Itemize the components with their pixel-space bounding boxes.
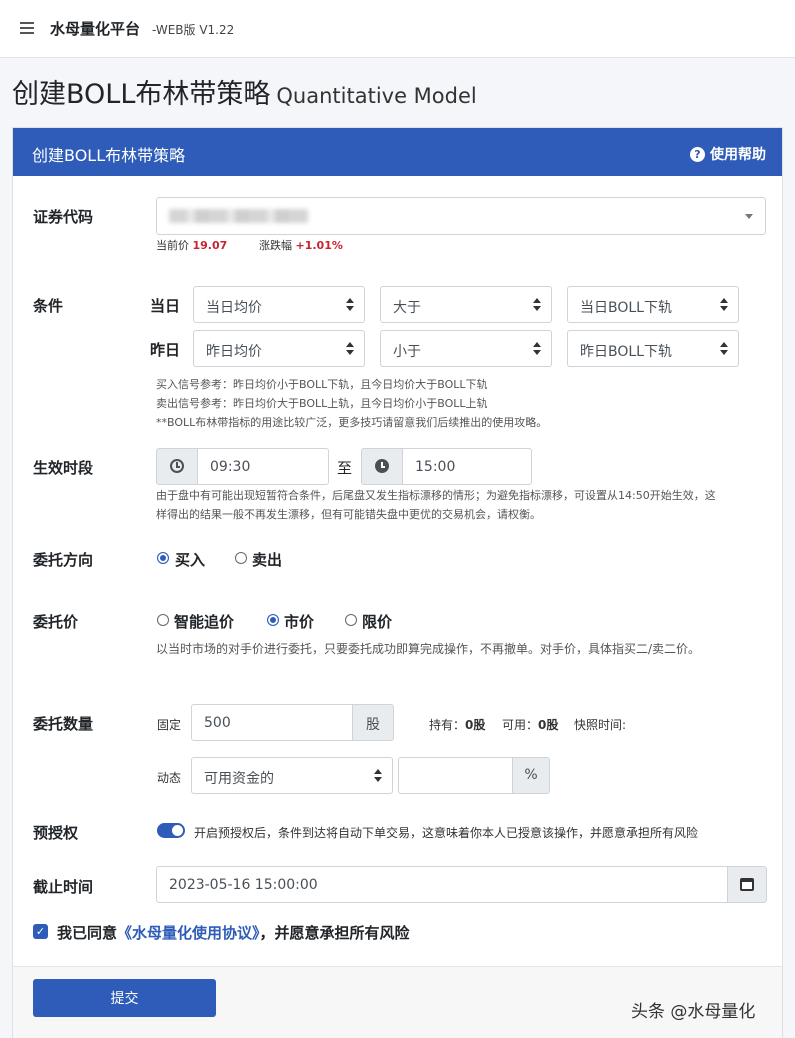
toggle-knob [172,825,183,836]
condition-label: 条件 [33,297,64,315]
percent-unit-addon: % [512,757,550,794]
price-limit-label[interactable]: 限价 [362,611,392,632]
today-label: 当日 [150,297,181,315]
price-smart-label[interactable]: 智能追价 [174,611,234,632]
today-operator-select[interactable]: 大于 [380,286,552,323]
yesterday-label: 昨日 [150,341,181,359]
brand-name[interactable]: 水母量化平台 [50,18,140,39]
question-circle-icon: ? [690,146,705,162]
available-info: 可用：0股 [502,718,559,732]
calendar-icon [740,878,754,891]
help-label: 使用帮助 [710,147,766,163]
preauth-text: 开启预授权后，条件到达将自动下单交易，这意味着你本人已授意该操作，并愿意承担所有… [194,826,699,840]
deadline-label: 截止时间 [33,878,94,896]
direction-buy-radio[interactable] [157,552,169,564]
top-navbar: 水母量化平台 -WEB版 V1.22 [0,0,795,58]
deadline-input[interactable]: 2023-05-16 15:00:00 [156,866,728,903]
yesterday-operator-select[interactable]: 小于 [380,330,552,367]
security-code-label: 证券代码 [33,208,94,226]
fixed-quantity-input[interactable]: 500 [191,704,353,741]
security-code-value-redacted [169,209,309,223]
direction-buy-label[interactable]: 买入 [175,549,205,570]
condition-hint-note: **BOLL布林带指标的用途比较广泛，更多技巧请留意我们后续推出的使用攻略。 [156,416,548,429]
holding-info: 持有：0股 [429,718,486,732]
agree-checkbox[interactable]: ✓ [33,924,48,939]
clock-addon-end [361,448,403,485]
page-title-main: 创建BOLL布林带策略 [12,79,271,110]
current-price: 当前价 19.07 [156,239,228,252]
clock-addon-start [156,448,198,485]
today-right-select[interactable]: 当日BOLL下轨 [567,286,739,323]
end-time-input[interactable]: 15:00 [402,448,532,485]
condition-hint-buy: 买入信号参考：昨日均价小于BOLL下轨，且今日均价大于BOLL下轨 [156,378,488,391]
period-to-label: 至 [337,459,353,477]
price-market-radio[interactable] [267,614,279,626]
price-limit-radio[interactable] [345,614,357,626]
sort-icon [374,769,382,783]
submit-button[interactable]: 提交 [33,979,216,1017]
order-price-label: 委托价 [33,613,79,631]
sort-icon [533,342,541,356]
direction-sell-radio[interactable] [235,552,247,564]
order-price-hint: 以当时市场的对手价进行委托，只要委托成功即算完成操作，不再撤单。对手价，具体指买… [156,642,701,656]
agreement-link[interactable]: 《水母量化使用协议》 [117,924,260,942]
page-title-sub: Quantitative Model [276,84,477,108]
yesterday-right-select[interactable]: 昨日BOLL下轨 [567,330,739,367]
price-change: 涨跌幅 +1.01% [259,239,343,252]
sort-icon [533,298,541,312]
start-time-input[interactable]: 09:30 [197,448,329,485]
snapshot-time: 快照时间: [574,718,627,732]
period-hint-line2: 样得出的结果一般不再发生漂移，但有可能错失盘中更优的交易机会，请权衡。 [156,508,541,521]
help-button[interactable]: ? 使用帮助 [690,144,766,164]
sort-icon [720,342,728,356]
period-hint-line1: 由于盘中有可能出现短暂符合条件，后尾盘又发生指标漂移的情形；为避免指标漂移，可设… [156,489,716,502]
watermark-text: 头条 @水母量化 [631,1002,756,1022]
condition-hint-sell: 卖出信号参考：昨日均价大于BOLL上轨，且今日均价小于BOLL上轨 [156,397,488,410]
sort-icon [346,342,354,356]
quantity-label: 委托数量 [33,715,94,733]
card-title: 创建BOLL布林带策略 [32,146,186,165]
agree-text: 我已同意《水母量化使用协议》，并愿意承担所有风险 [57,924,410,942]
direction-label: 委托方向 [33,551,94,569]
security-code-select[interactable] [156,197,766,235]
preauth-label: 预授权 [33,824,79,842]
strategy-form-card: 创建BOLL布林带策略 ? 使用帮助 证券代码 当前价 19.07 涨跌幅 +1… [12,127,783,1038]
app-version: -WEB版 V1.22 [152,23,235,37]
sort-icon [720,298,728,312]
page-title: 创建BOLL布林带策略 Quantitative Model [12,72,477,111]
dynamic-percent-input[interactable] [398,757,513,794]
fixed-label: 固定 [157,718,182,732]
sort-icon [346,298,354,312]
dynamic-label: 动态 [157,771,182,785]
chevron-down-icon [745,214,753,219]
today-left-select[interactable]: 当日均价 [193,286,365,323]
price-smart-radio[interactable] [157,614,169,626]
period-label: 生效时段 [33,459,94,477]
card-header: 创建BOLL布林带策略 ? 使用帮助 [13,128,782,176]
calendar-button[interactable] [727,866,767,903]
yesterday-left-select[interactable]: 昨日均价 [193,330,365,367]
price-market-label[interactable]: 市价 [284,611,314,632]
direction-sell-label[interactable]: 卖出 [252,549,282,570]
preauth-toggle[interactable] [157,823,185,838]
menu-icon[interactable] [20,22,34,34]
clock-icon [170,459,184,473]
fixed-unit-addon: 股 [352,704,394,741]
clock-icon [375,459,389,473]
dynamic-select[interactable]: 可用资金的 [191,757,393,794]
